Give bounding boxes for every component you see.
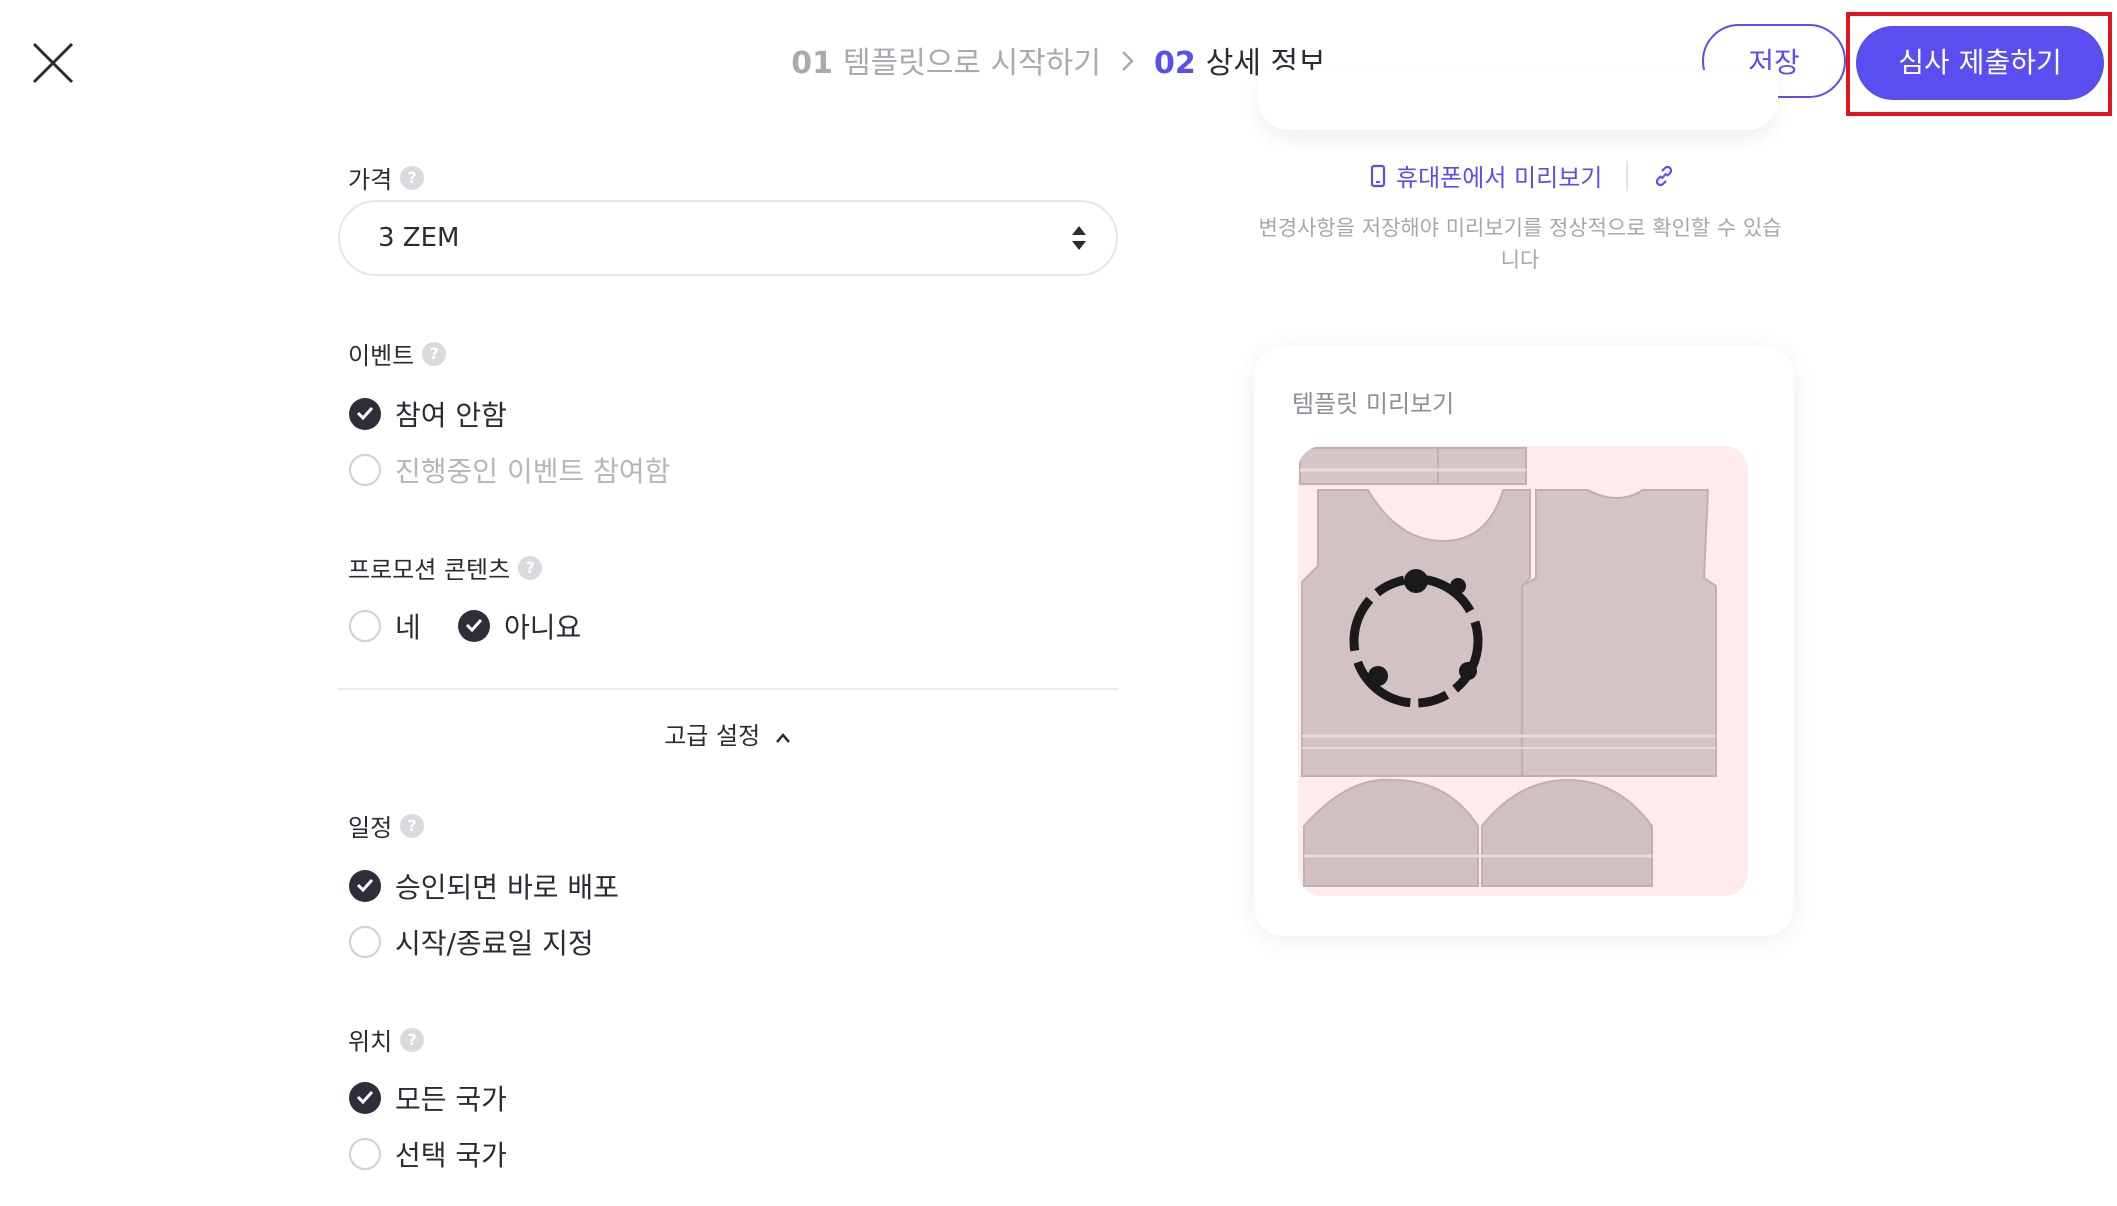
checked-icon — [349, 398, 381, 430]
event-option-label: 진행중인 이벤트 참여함 — [395, 455, 671, 488]
checked-icon — [349, 1082, 381, 1114]
price-label-row: 가격 ? — [348, 160, 425, 195]
help-icon[interactable]: ? — [518, 555, 543, 580]
promotion-option-yes[interactable]: 네 — [349, 606, 421, 646]
help-icon[interactable]: ? — [400, 165, 425, 190]
advanced-settings-label: 고급 설정 — [664, 722, 761, 750]
help-icon[interactable]: ? — [400, 1027, 425, 1052]
schedule-label-row: 일정 ? — [348, 808, 425, 843]
chevron-up-icon — [775, 733, 790, 743]
promotion-label: 프로모션 콘텐츠 — [348, 556, 511, 584]
template-preview-title: 템플릿 미리보기 — [1292, 390, 1455, 418]
event-option-label: 참여 안함 — [395, 399, 507, 432]
step-2-number: 02 — [1154, 46, 1196, 81]
step-1-number: 01 — [791, 46, 834, 81]
step-1-label: 템플릿으로 시작하기 — [843, 46, 1101, 81]
mobile-preview-link[interactable]: 휴대폰에서 미리보기 — [1396, 158, 1602, 193]
schedule-label: 일정 — [348, 814, 393, 842]
event-option-participate: 진행중인 이벤트 참여함 — [349, 450, 670, 490]
location-option-label: 선택 국가 — [395, 1139, 507, 1172]
price-value: 3 ZEM — [378, 223, 460, 253]
mobile-preview-link-row: 휴대폰에서 미리보기 — [1370, 158, 1676, 193]
help-icon[interactable]: ? — [422, 341, 447, 366]
checked-icon — [458, 610, 490, 642]
promotion-label-row: 프로모션 콘텐츠 ? — [348, 550, 543, 585]
smartphone-icon — [1370, 164, 1386, 187]
price-label: 가격 — [348, 166, 393, 194]
checked-icon — [349, 870, 381, 902]
price-select[interactable]: 3 ZEM — [338, 200, 1118, 276]
promotion-option-label: 네 — [395, 611, 421, 644]
unchecked-radio-icon — [349, 610, 381, 642]
unchecked-radio-icon — [349, 926, 381, 958]
event-label: 이벤트 — [348, 342, 415, 370]
location-option-all[interactable]: 모든 국가 — [349, 1078, 507, 1118]
schedule-option-dates[interactable]: 시작/종료일 지정 — [349, 922, 594, 962]
unchecked-radio-icon — [349, 454, 381, 486]
step-1[interactable]: 01 템플릿으로 시작하기 — [791, 46, 1110, 81]
schedule-option-label: 승인되면 바로 배포 — [395, 871, 619, 904]
unchecked-radio-icon — [349, 1138, 381, 1170]
schedule-option-label: 시작/종료일 지정 — [395, 927, 594, 960]
schedule-option-immediate[interactable]: 승인되면 바로 배포 — [349, 866, 619, 906]
location-label-row: 위치 ? — [348, 1022, 425, 1057]
advanced-settings-toggle[interactable]: 고급 설정 — [338, 716, 1118, 751]
location-option-selected[interactable]: 선택 국가 — [349, 1134, 507, 1174]
help-icon[interactable]: ? — [400, 813, 425, 838]
preview-top-panel — [1258, 70, 1778, 130]
link-icon[interactable] — [1652, 164, 1676, 188]
divider — [338, 688, 1118, 690]
location-label: 위치 — [348, 1028, 393, 1056]
chevron-right-icon — [1121, 44, 1135, 84]
event-option-none[interactable]: 참여 안함 — [349, 394, 507, 434]
sort-arrows-icon — [1072, 226, 1086, 250]
separator — [1626, 160, 1629, 191]
submit-review-button[interactable]: 심사 제출하기 — [1856, 26, 2104, 100]
template-preview-image — [1298, 446, 1748, 896]
preview-notice: 변경사항을 저장해야 미리보기를 정상적으로 확인할 수 있습니다 — [1258, 216, 1782, 272]
promotion-option-no[interactable]: 아니요 — [458, 606, 581, 646]
location-option-label: 모든 국가 — [395, 1083, 507, 1116]
event-label-row: 이벤트 ? — [348, 336, 447, 371]
promotion-option-label: 아니요 — [504, 611, 582, 644]
